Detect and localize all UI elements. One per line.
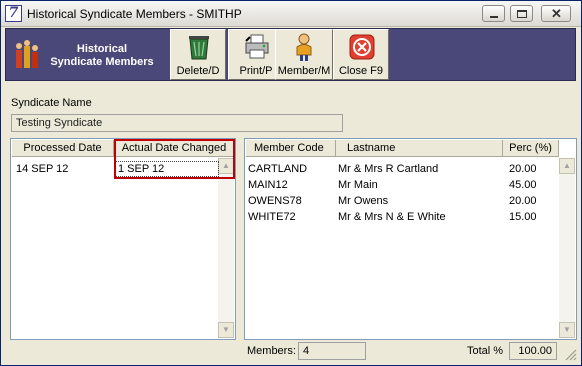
toolbar-title: Historical Syndicate Members xyxy=(42,43,162,69)
toolbar: Historical Syndicate Members Delete/D Pr… xyxy=(5,28,576,81)
minimize-icon xyxy=(490,16,498,18)
window-close-button[interactable]: ✕ xyxy=(541,5,571,22)
lastname-cell[interactable]: Mr Owens xyxy=(338,194,388,208)
delete-button[interactable]: Delete/D xyxy=(170,29,226,80)
scroll-down-arrow-icon[interactable]: ▼ xyxy=(559,322,575,338)
members-count-field: 4 xyxy=(298,342,366,360)
member-label: Member/M xyxy=(277,65,331,77)
minimize-button[interactable] xyxy=(482,5,505,22)
close-button[interactable]: Close F9 xyxy=(333,29,389,80)
perc-cell[interactable]: 20.00 xyxy=(509,162,537,176)
member-code-cell[interactable]: CARTLAND xyxy=(248,162,307,176)
member-button[interactable]: Member/M xyxy=(275,29,333,80)
column-header-member-code[interactable]: Member Code xyxy=(246,140,336,157)
close-label: Close F9 xyxy=(338,65,384,77)
member-code-cell[interactable]: WHITE72 xyxy=(248,210,296,224)
maximize-button[interactable] xyxy=(510,5,533,22)
member-code-cell[interactable]: OWENS78 xyxy=(248,194,302,208)
resize-grip-icon[interactable] xyxy=(563,347,577,361)
member-icon xyxy=(296,33,312,61)
lastname-cell[interactable]: Mr & Mrs N & E White xyxy=(338,210,446,224)
scroll-up-arrow-icon[interactable]: ▲ xyxy=(559,158,575,174)
total-percent-label: Total % xyxy=(467,345,504,357)
members-table[interactable]: Member Code Lastname Perc (%) CARTLAND M… xyxy=(244,138,577,340)
maximize-icon xyxy=(517,10,527,18)
trash-icon xyxy=(189,36,209,60)
member-code-cell[interactable]: MAIN12 xyxy=(248,178,288,192)
history-scrollbar[interactable]: ▲ ▼ xyxy=(218,158,234,338)
lastname-cell[interactable]: Mr & Mrs R Cartland xyxy=(338,162,438,176)
app-icon: 7 xyxy=(5,5,22,22)
close-x-icon: ✕ xyxy=(551,6,562,21)
highlight-box xyxy=(114,139,235,179)
column-header-perc[interactable]: Perc (%) xyxy=(503,140,559,157)
window-title: Historical Syndicate Members - SMITHP xyxy=(27,7,242,21)
members-scrollbar[interactable]: ▲ ▼ xyxy=(559,158,575,338)
table-cell-processed-date[interactable]: 14 SEP 12 xyxy=(16,162,68,176)
main-window: 7 Historical Syndicate Members - SMITHP … xyxy=(0,0,582,366)
column-header-processed-date[interactable]: Processed Date xyxy=(12,140,114,157)
syndicate-name-label: Syndicate Name xyxy=(11,97,92,109)
syndicate-logo-icon xyxy=(16,40,38,68)
scroll-down-arrow-icon[interactable]: ▼ xyxy=(218,322,234,338)
lastname-cell[interactable]: Mr Main xyxy=(338,178,378,192)
title-bar[interactable]: 7 Historical Syndicate Members - SMITHP … xyxy=(1,1,581,27)
perc-cell[interactable]: 15.00 xyxy=(509,210,537,224)
delete-label: Delete/D xyxy=(176,65,220,77)
toolbar-title-line1: Historical xyxy=(76,43,128,55)
total-percent-field: 100.00 xyxy=(509,342,557,360)
perc-cell[interactable]: 45.00 xyxy=(509,178,537,192)
syndicate-name-field[interactable]: Testing Syndicate xyxy=(11,114,343,132)
members-count-label: Members: xyxy=(247,345,296,357)
perc-cell[interactable]: 20.00 xyxy=(509,194,537,208)
column-header-lastname[interactable]: Lastname xyxy=(336,140,503,157)
toolbar-title-line2: Syndicate Members xyxy=(50,56,154,68)
close-circle-icon xyxy=(349,34,375,60)
printer-icon xyxy=(245,34,269,59)
